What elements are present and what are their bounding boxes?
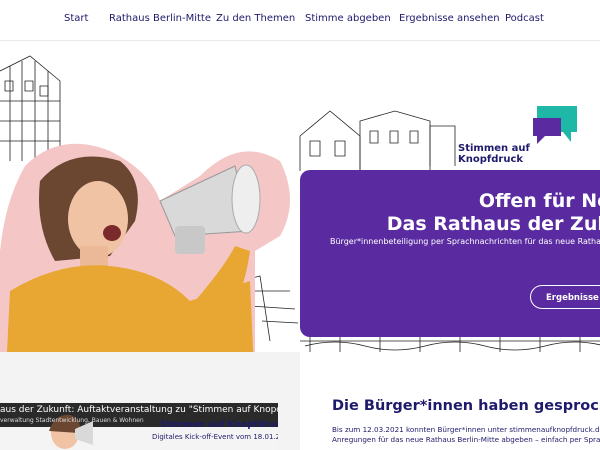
video-caption: Digitales Kick-off-Event vom 18.01.2021 — [152, 433, 278, 441]
results-text: Bis zum 12.03.2021 konnten Bürger*innen … — [332, 425, 600, 445]
nav-item-ergebnisse[interactable]: Ergebnisse ansehen — [399, 13, 500, 24]
brand-name: Stimmen auf Knopfdruck — [458, 143, 530, 165]
brand-name-line2: Knopfdruck — [458, 154, 524, 165]
nav-item-rathaus[interactable]: Rathaus Berlin-Mitte — [109, 13, 211, 24]
woman-with-megaphone-image — [0, 143, 290, 352]
nav-item-start[interactable]: Start — [64, 13, 88, 24]
hero-title: Offen für Ne Das Rathaus der Zuk — [310, 190, 600, 236]
nav-item-stimme-abgeben[interactable]: Stimme abgeben — [305, 13, 391, 24]
top-navigation: Start Rathaus Berlin-Mitte Zu den Themen… — [0, 0, 600, 41]
hero-banner: Offen für Ne Das Rathaus der Zuk Bürger*… — [300, 170, 600, 337]
brand-name-line1: Stimmen auf — [458, 143, 530, 154]
video-thumbnail[interactable]: aus der Zukunft: Auftaktveranstaltung zu… — [0, 403, 278, 450]
speech-bubbles-logo-icon — [533, 106, 577, 144]
nav-item-podcast[interactable]: Podcast — [505, 13, 544, 24]
video-title: aus der Zukunft: Auftaktveranstaltung zu… — [0, 405, 278, 415]
results-text-line1: Bis zum 12.03.2021 konnten Bürger*innen … — [332, 425, 600, 434]
hero-title-line1: Offen für Ne — [478, 190, 600, 212]
nav-item-themen[interactable]: Zu den Themen — [216, 13, 295, 24]
video-channel: verwaltung Stadtentwicklung, Bauen & Woh… — [0, 417, 144, 424]
hero-title-line2: Das Rathaus der Zuk — [386, 213, 600, 235]
results-button[interactable]: Ergebnisse an — [530, 285, 600, 309]
results-text-line2: Anregungen für das neue Rathaus Berlin-M… — [332, 435, 600, 444]
results-heading: Die Bürger*innen haben gesprochen — [332, 398, 600, 414]
video-brand: Stimmen auf Knopfdruck — [160, 420, 278, 430]
hero-subtitle: Bürger*innenbeteiligung per Sprachnachri… — [330, 237, 600, 246]
